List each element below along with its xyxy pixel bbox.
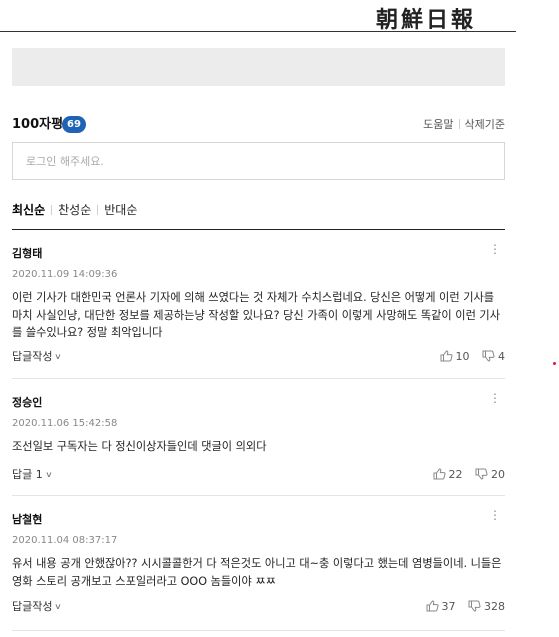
site-logo[interactable]: 朝鮮日報: [376, 2, 476, 34]
comment-login-box[interactable]: [12, 142, 505, 180]
chevron-down-icon: ∨: [54, 602, 63, 611]
header-divider: [0, 31, 516, 32]
comment-date: 2020.11.04 08:37:17: [12, 535, 118, 546]
dislike-button[interactable]: 4: [482, 350, 505, 364]
like-button[interactable]: 10: [440, 350, 470, 364]
like-count: 37: [441, 600, 456, 613]
comment-author: 정승인: [12, 396, 43, 409]
comment-author: 김형태: [12, 247, 43, 260]
sort-divider: [12, 229, 505, 230]
tab-most-disagreed[interactable]: 반대순: [104, 202, 137, 218]
thumbs-down-icon: [482, 350, 495, 362]
comment-text: 조선일보 구독자는 다 정신이상자들인데 댓글이 의외다: [12, 440, 267, 453]
like-button[interactable]: 22: [433, 468, 463, 482]
reply-label: 답글작성: [12, 600, 53, 613]
comments-title: 100자평: [12, 117, 64, 132]
like-button[interactable]: 37: [426, 600, 456, 614]
dislike-count: 328: [484, 600, 505, 613]
comment-item: 김형태 ⋮ 2020.11.09 14:09:36 이런 기사가 대한민국 언론…: [12, 243, 505, 365]
marker-dot: [553, 362, 556, 365]
comment-divider: [12, 378, 505, 379]
chevron-down-icon: ∨: [44, 470, 53, 479]
comments-header: 100자평 69 도움말 삭제기준: [12, 116, 505, 134]
thumbs-down-icon: [475, 468, 488, 480]
reply-label: 답글 1: [12, 468, 43, 481]
sort-tabs: 최신순 찬성순 반대순: [12, 202, 137, 218]
comment-text: 이런 기사가 대한민국 언론사 기자에 의해 쓰였다는 것 자체가 수치스럽네요…: [12, 291, 501, 339]
ad-placeholder: [12, 48, 505, 86]
dislike-count: 4: [498, 350, 505, 363]
thumbs-down-icon: [468, 600, 481, 612]
like-count: 22: [448, 468, 463, 481]
vote-group: 10 4: [431, 350, 505, 364]
comment-date: 2020.11.09 14:09:36: [12, 269, 118, 280]
more-vertical-icon[interactable]: ⋮: [489, 243, 501, 255]
dislike-button[interactable]: 20: [475, 468, 505, 482]
help-link[interactable]: 도움말: [423, 118, 453, 132]
comment-item: 남철현 ⋮ 2020.11.04 08:37:17 유서 내용 공개 안했잖아?…: [12, 509, 505, 617]
reply-button[interactable]: 답글작성 ∨: [12, 350, 63, 364]
chevron-down-icon: ∨: [54, 352, 63, 361]
comment-item: 정승인 ⋮ 2020.11.06 15:42:58 조선일보 구독자는 다 정신…: [12, 392, 505, 482]
tab-separator: [97, 205, 99, 215]
comment-author: 남철현: [12, 513, 43, 526]
comment-divider: [12, 495, 505, 496]
article-column: 朝鮮日報 100자평 69 도움말 삭제기준 최신순 찬성순 반대순 김형태 ⋮ 20…: [0, 0, 516, 637]
comment-divider: [12, 630, 505, 631]
link-separator: [458, 119, 460, 129]
reply-button[interactable]: 답글작성 ∨: [12, 600, 63, 614]
reply-label: 답글작성: [12, 350, 53, 363]
more-vertical-icon[interactable]: ⋮: [489, 509, 501, 521]
tab-latest[interactable]: 최신순: [12, 202, 45, 218]
thumbs-up-icon: [426, 600, 439, 612]
comment-date: 2020.11.06 15:42:58: [12, 418, 118, 429]
delete-policy-link[interactable]: 삭제기준: [465, 118, 505, 132]
dislike-count: 20: [491, 468, 505, 481]
comment-help-links: 도움말 삭제기준: [423, 118, 505, 132]
comment-input[interactable]: [13, 143, 504, 179]
dislike-button[interactable]: 328: [468, 600, 505, 614]
vote-group: 22 20: [424, 468, 505, 482]
thumbs-up-icon: [440, 350, 453, 362]
vote-group: 37 328: [417, 600, 505, 614]
like-count: 10: [455, 350, 470, 363]
tab-separator: [51, 205, 53, 215]
comment-text: 유서 내용 공개 안했잖아?? 시시콜콜한거 다 적은것도 아니고 대~충 이렇…: [12, 557, 502, 588]
comment-count-badge: 69: [62, 116, 86, 133]
thumbs-up-icon: [433, 468, 446, 480]
tab-most-agreed[interactable]: 찬성순: [58, 202, 91, 218]
more-vertical-icon[interactable]: ⋮: [489, 392, 501, 404]
reply-button[interactable]: 답글 1 ∨: [12, 468, 52, 482]
